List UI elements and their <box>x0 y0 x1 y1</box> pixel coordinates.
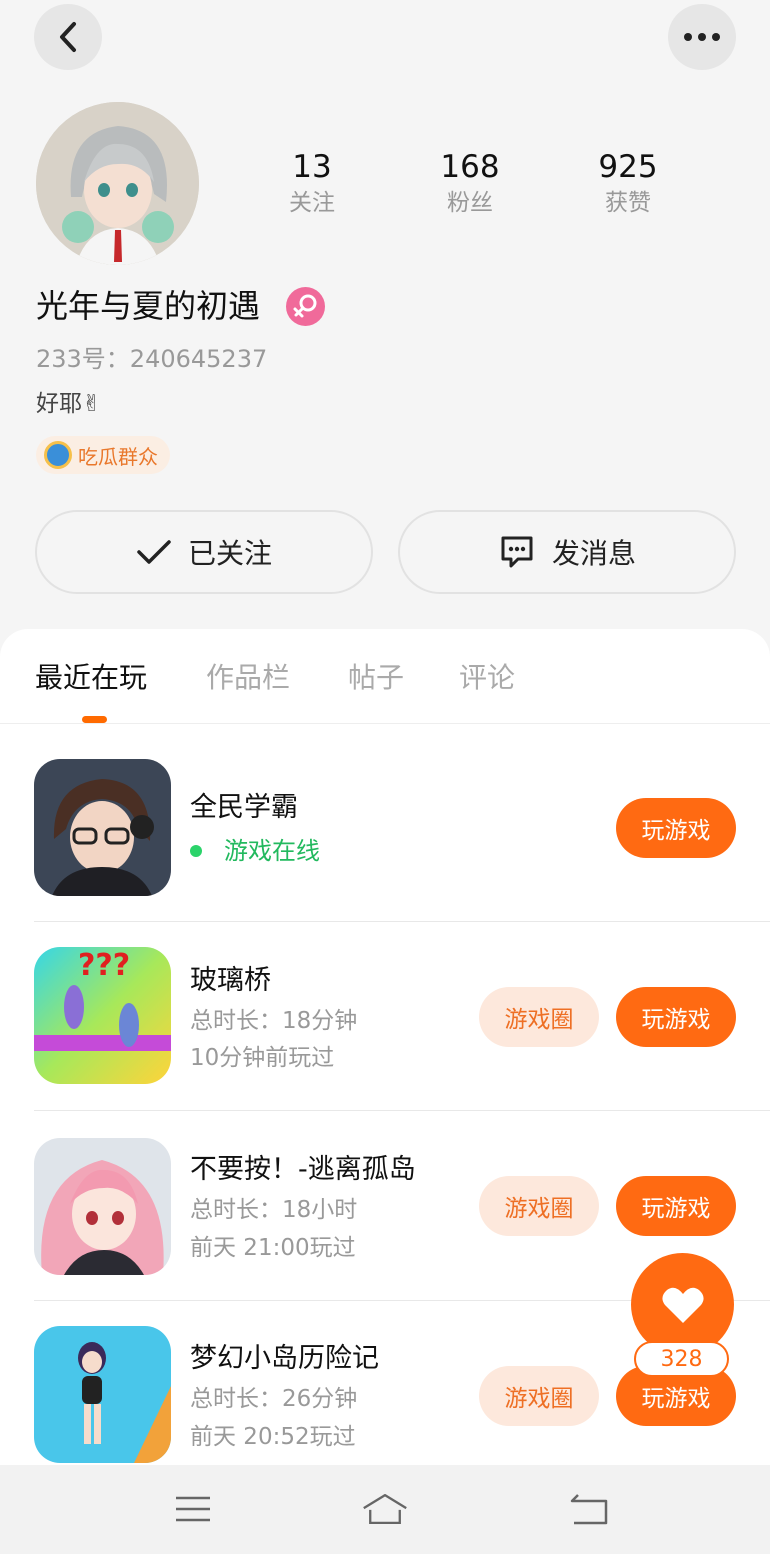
tab-recent-play[interactable]: 最近在玩 <box>35 659 147 697</box>
tab-works[interactable]: 作品栏 <box>206 659 290 697</box>
back-button[interactable] <box>34 4 102 70</box>
stat-label: 关注 <box>289 190 335 216</box>
female-icon <box>286 287 325 326</box>
game-title: 全民学霸 <box>190 792 298 823</box>
message-label: 发消息 <box>551 537 636 570</box>
chat-bubble-icon <box>501 536 533 568</box>
game-icon[interactable] <box>34 1326 171 1463</box>
online-dot-icon <box>190 845 202 857</box>
user-badge[interactable]: 吃瓜群众 <box>36 436 170 474</box>
stat-value: 925 <box>598 149 658 185</box>
check-icon <box>137 540 171 564</box>
system-nav-bar <box>0 1465 770 1554</box>
follow-label: 已关注 <box>187 537 272 570</box>
game-last-played: 10分钟前玩过 <box>190 1045 335 1071</box>
game-circle-button[interactable]: 游戏圈 <box>479 987 599 1047</box>
game-circle-button[interactable]: 游戏圈 <box>479 1176 599 1236</box>
play-game-button[interactable]: 玩游戏 <box>616 1176 736 1236</box>
svg-text:???: ??? <box>78 948 130 983</box>
divider <box>34 921 770 922</box>
game-last-played: 前天 20:52玩过 <box>190 1424 356 1450</box>
more-dots-icon <box>684 33 720 41</box>
username: 光年与夏的初遇 <box>36 287 261 325</box>
more-button[interactable] <box>668 4 736 70</box>
stat-likes[interactable]: 925 获赞 <box>563 148 693 220</box>
stat-following[interactable]: 13 关注 <box>247 148 377 220</box>
avatar[interactable] <box>36 102 199 265</box>
back-arrow-icon[interactable] <box>564 1487 612 1531</box>
tab-comments[interactable]: 评论 <box>459 659 515 697</box>
chevron-left-icon <box>60 22 76 52</box>
play-game-button[interactable]: 玩游戏 <box>616 798 736 858</box>
followed-button[interactable]: 已关注 <box>35 510 373 594</box>
online-label: 游戏在线 <box>224 837 320 865</box>
stat-fans[interactable]: 168 粉丝 <box>405 148 535 220</box>
stat-value: 13 <box>292 149 332 185</box>
game-icon[interactable] <box>34 1138 171 1275</box>
menu-icon[interactable] <box>169 1487 217 1531</box>
stat-label: 获赞 <box>605 190 651 216</box>
game-duration: 总时长：18分钟 <box>190 1008 358 1034</box>
game-row[interactable]: ??? 玻璃桥 总时长：18分钟 10分钟前玩过 游戏圈 玩游戏 <box>34 921 770 1084</box>
game-row[interactable]: 不要按！-逃离孤岛 总时长：18小时 前天 21:00玩过 游戏圈 玩游戏 <box>34 1110 770 1275</box>
game-duration: 总时长：18小时 <box>190 1197 358 1223</box>
game-online-status: 游戏在线 <box>190 835 320 867</box>
game-title: 梦幻小岛历险记 <box>190 1343 379 1374</box>
game-icon[interactable]: ??? <box>34 947 171 1084</box>
medal-icon <box>44 441 72 469</box>
tab-indicator <box>82 716 107 723</box>
game-row[interactable]: 全民学霸 游戏在线 玩游戏 <box>34 759 770 919</box>
home-icon[interactable] <box>361 1487 409 1531</box>
game-title: 玻璃桥 <box>190 965 271 996</box>
game-duration: 总时长：26分钟 <box>190 1386 358 1412</box>
tab-posts[interactable]: 帖子 <box>348 659 404 697</box>
badge-label: 吃瓜群众 <box>78 444 158 469</box>
user-bio: 好耶✌ <box>36 391 102 417</box>
tab-bar: 最近在玩 作品栏 帖子 评论 <box>0 629 770 724</box>
heart-icon <box>661 1287 704 1323</box>
stat-value: 168 <box>440 149 500 185</box>
like-count: 328 <box>634 1341 729 1377</box>
play-game-button[interactable]: 玩游戏 <box>616 987 736 1047</box>
game-last-played: 前天 21:00玩过 <box>190 1235 356 1261</box>
user-id: 233号：240645237 <box>36 345 268 373</box>
game-circle-button[interactable]: 游戏圈 <box>479 1366 599 1426</box>
divider <box>34 1110 770 1111</box>
stat-label: 粉丝 <box>447 190 493 216</box>
send-message-button[interactable]: 发消息 <box>398 510 736 594</box>
game-icon[interactable] <box>34 759 171 896</box>
profile-page: 13 关注 168 粉丝 925 获赞 光年与夏的初遇 233号：2406452… <box>0 0 770 1554</box>
game-title: 不要按！-逃离孤岛 <box>190 1154 416 1185</box>
